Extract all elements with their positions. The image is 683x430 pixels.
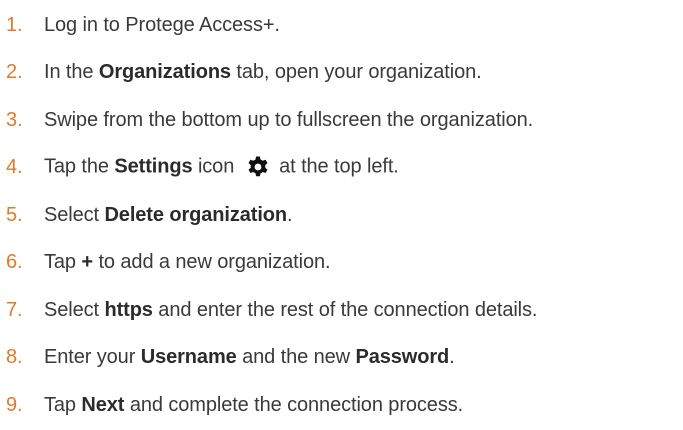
step-5: 5. Select Delete organization. <box>0 200 293 230</box>
step-text: Tap the Settings icon at the top left. <box>44 155 399 179</box>
step-7: 7. Select https and enter the rest of th… <box>0 295 537 325</box>
step-4: 4. Tap the Settings icon at the top left… <box>0 152 399 182</box>
https-label: https <box>104 298 153 321</box>
organizations-tab-label: Organizations <box>98 60 231 83</box>
step-number: 3. <box>6 108 23 131</box>
step-9: 9. Tap Next and complete the connection … <box>0 390 463 420</box>
step-text: Tap + to add a new organization. <box>44 250 331 273</box>
username-label: Username <box>140 345 237 368</box>
settings-label: Settings <box>114 155 193 178</box>
step-number: 9. <box>6 393 23 416</box>
step-number: 2. <box>6 60 23 83</box>
password-label: Password <box>355 345 450 368</box>
delete-organization-label: Delete organization <box>104 203 288 226</box>
step-6: 6. Tap + to add a new organization. <box>0 247 331 277</box>
plus-label: + <box>81 250 93 273</box>
step-1: 1. Log in to Protege Access+. <box>0 10 280 40</box>
step-text: Log in to Protege Access+. <box>44 13 280 36</box>
next-label: Next <box>81 393 125 416</box>
step-number: 8. <box>6 345 23 368</box>
step-2: 2. In the Organizations tab, open your o… <box>0 57 482 87</box>
step-text: Enter your Username and the new Password… <box>44 345 455 368</box>
step-8: 8. Enter your Username and the new Passw… <box>0 342 455 372</box>
step-text: Swipe from the bottom up to fullscreen t… <box>44 108 534 131</box>
step-text: In the Organizations tab, open your orga… <box>44 60 482 83</box>
step-3: 3. Swipe from the bottom up to fullscree… <box>0 105 533 135</box>
step-number: 6. <box>6 250 23 273</box>
gear-icon <box>246 155 270 179</box>
step-text: Select Delete organization. <box>44 203 293 226</box>
step-number: 7. <box>6 298 23 321</box>
step-text: Tap Next and complete the connection pro… <box>44 393 464 416</box>
step-number: 1. <box>6 13 23 36</box>
step-number: 5. <box>6 203 23 226</box>
step-number: 4. <box>6 155 23 178</box>
step-text: Select https and enter the rest of the c… <box>44 298 538 321</box>
